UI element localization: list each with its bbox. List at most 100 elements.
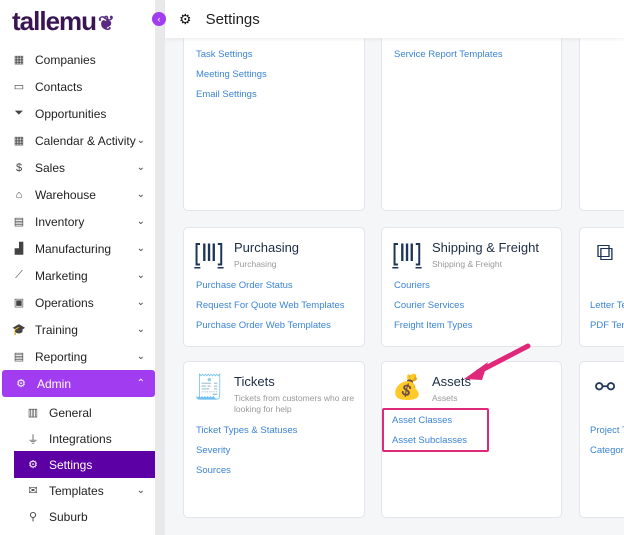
sidebar-item-training[interactable]: 🎓 Training ⌄: [0, 316, 155, 343]
receipt-icon: 🧾: [194, 373, 224, 401]
sidebar-item-label: General: [49, 405, 92, 420]
gear-icon: ⚙: [16, 378, 26, 390]
settings-link[interactable]: Purchase Order Web Templates: [196, 316, 345, 336]
settings-link[interactable]: Meeting Settings: [196, 65, 267, 85]
settings-link[interactable]: Purchase Order Status: [196, 276, 345, 296]
sidebar-item-label: Sales: [35, 160, 66, 175]
card-service: Service Report Templates: [381, 20, 562, 211]
settings-link[interactable]: Couriers: [394, 276, 473, 296]
copy-icon: ⧉: [596, 239, 614, 266]
card-subtitle: Assets: [432, 393, 458, 403]
page-title: Settings: [205, 10, 260, 28]
sidebar-item-inventory[interactable]: ▤ Inventory ⌄: [0, 208, 155, 235]
sidebar-item-general[interactable]: ▥ General: [0, 399, 155, 426]
chevron-down-icon: ⌄: [136, 216, 145, 227]
chevron-down-icon: ⌄: [136, 243, 145, 254]
warehouse-icon: ⌂: [15, 188, 23, 201]
sidebar-item-label: Companies: [35, 52, 96, 67]
sidebar: tallemu ❦ ▦ Companies ▭ Contacts ⏷ Opportuniti…: [0, 0, 155, 535]
sidebar-item-suburb[interactable]: ⚲ Suburb: [0, 503, 155, 530]
factory-icon: ▟: [14, 243, 24, 255]
sidebar-item-contacts[interactable]: ▭ Contacts: [0, 73, 155, 100]
card-templates: ⧉ Letter TePDF Tem: [579, 227, 624, 347]
barcode-scan-icon: ⦋Ⅲ⦌: [392, 239, 422, 267]
arrow-annotation: [464, 343, 531, 380]
sidebar-item-operations[interactable]: ▣ Operations ⌄: [0, 289, 155, 316]
sidebar-item-label: Inventory: [35, 214, 85, 229]
logo[interactable]: tallemu ❦: [12, 6, 115, 37]
chevron-down-icon: ⌄: [136, 270, 145, 281]
sidebar-item-label: Suburb: [49, 509, 88, 524]
card-purchasing: ⦋Ⅲ⦌ Purchasing Purchasing Purchase Order…: [183, 227, 365, 347]
buildings-icon: ▥: [27, 407, 39, 419]
barcode-scan-icon: ⦋Ⅲ⦌: [194, 239, 224, 267]
card-title: Tickets: [234, 374, 275, 389]
settings-link[interactable]: Sources: [196, 461, 297, 481]
report-icon: ▤: [13, 351, 25, 363]
sidebar-item-companies[interactable]: ▦ Companies: [0, 46, 155, 73]
sidebar-item-admin[interactable]: ⚙ Admin ⌃: [2, 370, 155, 397]
settings-link[interactable]: Task Settings: [196, 45, 267, 65]
gears-icon: ⚙: [28, 459, 38, 471]
sidebar-item-settings[interactable]: ⚙ Settings: [14, 451, 155, 478]
building-icon: ▦: [13, 54, 25, 66]
sidebar-item-manufacturing[interactable]: ▟ Manufacturing ⌄: [0, 235, 155, 262]
sidebar-item-integrations[interactable]: ⏚ Integrations: [0, 425, 155, 452]
sidebar-item-label: Integrations: [49, 431, 112, 446]
chevron-down-icon: ⌄: [136, 297, 145, 308]
sidebar-item-templates[interactable]: ✉ Templates ⌄: [0, 477, 155, 504]
calendar-icon: ▦: [13, 135, 25, 147]
card-title: Shipping & Freight: [432, 240, 539, 255]
gears-icon: ⚙: [179, 10, 192, 27]
chevron-down-icon: ⌄: [136, 351, 145, 362]
clipboard-icon: ▣: [13, 297, 25, 309]
sidebar-item-label: Reporting: [35, 349, 88, 364]
settings-link[interactable]: PDF Tem: [590, 316, 624, 336]
sidebar-item-marketing[interactable]: ⟋ Marketing ⌄: [0, 262, 155, 289]
plug-icon: ⏚: [27, 433, 39, 446]
card-shipping: ⦋Ⅲ⦌ Shipping & Freight Shipping & Freigh…: [381, 227, 562, 347]
settings-link[interactable]: Freight Item Types: [394, 316, 473, 336]
card-title: Purchasing: [234, 240, 300, 255]
card-subtitle: Purchasing: [234, 259, 277, 269]
settings-link[interactable]: Request For Quote Web Templates: [196, 296, 345, 316]
sidebar-item-opportunities[interactable]: ⏷ Opportunities: [0, 100, 155, 127]
hierarchy-icon: ⚯: [594, 373, 616, 401]
card-subtitle: Tickets from customers who are looking f…: [234, 393, 355, 414]
graduation-cap-icon: 🎓: [12, 324, 26, 336]
sidebar-item-label: Opportunities: [35, 106, 107, 121]
sidebar-item-reporting[interactable]: ▤ Reporting ⌄: [0, 343, 155, 370]
settings-link[interactable]: Letter Te: [590, 296, 624, 316]
sidebar-item-label: Training: [35, 322, 78, 337]
sidebar-item-label: Marketing: [35, 268, 88, 283]
chevron-down-icon: ⌄: [136, 135, 145, 146]
sidebar-item-label: Calendar & Activity: [35, 133, 136, 148]
chevron-down-icon: ⌄: [136, 485, 145, 496]
inventory-icon: ▤: [13, 216, 25, 228]
sidebar-divider: [155, 0, 165, 535]
sidebar-item-calendar-activity[interactable]: ▦ Calendar & Activity ⌄: [0, 127, 155, 154]
card-activities: Task Settings Meeting Settings Email Setti…: [183, 20, 365, 211]
sidebar-item-label: Admin: [37, 376, 72, 391]
sidebar-item-label: Manufacturing: [35, 241, 112, 256]
contact-card-icon: ▭: [13, 81, 25, 93]
sidebar-item-label: Operations: [35, 295, 94, 310]
sidebar-item-label: Templates: [49, 483, 104, 498]
sidebar-item-warehouse[interactable]: ⌂ Warehouse ⌄: [0, 181, 155, 208]
settings-link[interactable]: Categor: [590, 441, 624, 461]
settings-link[interactable]: Courier Services: [394, 296, 473, 316]
envelope-icon: ✉: [28, 485, 38, 497]
collapse-sidebar-button[interactable]: ‹: [152, 12, 166, 26]
chevron-up-icon: ⌃: [136, 378, 145, 389]
sidebar-item-label: Warehouse: [35, 187, 96, 202]
card-tickets: 🧾 Tickets Tickets from customers who are…: [183, 361, 365, 518]
map-pin-icon: ⚲: [28, 511, 38, 523]
settings-link[interactable]: Service Report Templates: [394, 45, 503, 65]
sidebar-item-sales[interactable]: $ Sales ⌄: [0, 154, 155, 181]
settings-link[interactable]: Project T: [590, 421, 624, 441]
sidebar-item-label: Settings: [49, 457, 93, 472]
settings-link[interactable]: Email Settings: [196, 85, 267, 105]
card-projects: ⚯ Project TCategor: [579, 361, 624, 518]
settings-link[interactable]: Severity: [196, 441, 297, 461]
settings-link[interactable]: Ticket Types & Statuses: [196, 421, 297, 441]
